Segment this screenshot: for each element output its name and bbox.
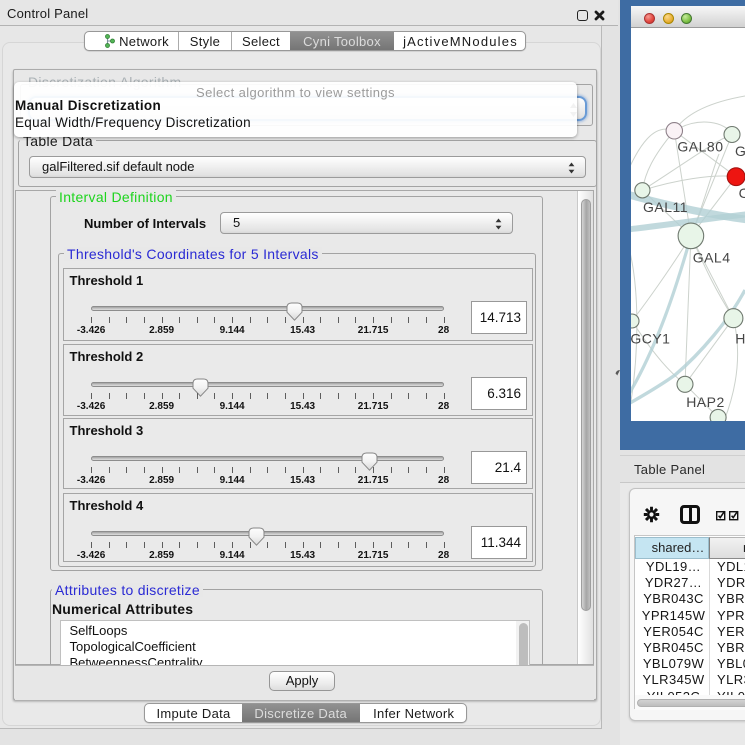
svg-text:GAL11: GAL11	[643, 199, 688, 215]
svg-text:GAL4: GAL4	[693, 250, 731, 266]
svg-text:G…: G…	[735, 143, 745, 159]
svg-text:C: C	[739, 185, 745, 201]
svg-text:H: H	[735, 331, 745, 347]
svg-text:HAP2: HAP2	[686, 394, 725, 410]
svg-text:GAL80: GAL80	[677, 139, 723, 155]
svg-text:GCY1: GCY1	[631, 331, 670, 347]
